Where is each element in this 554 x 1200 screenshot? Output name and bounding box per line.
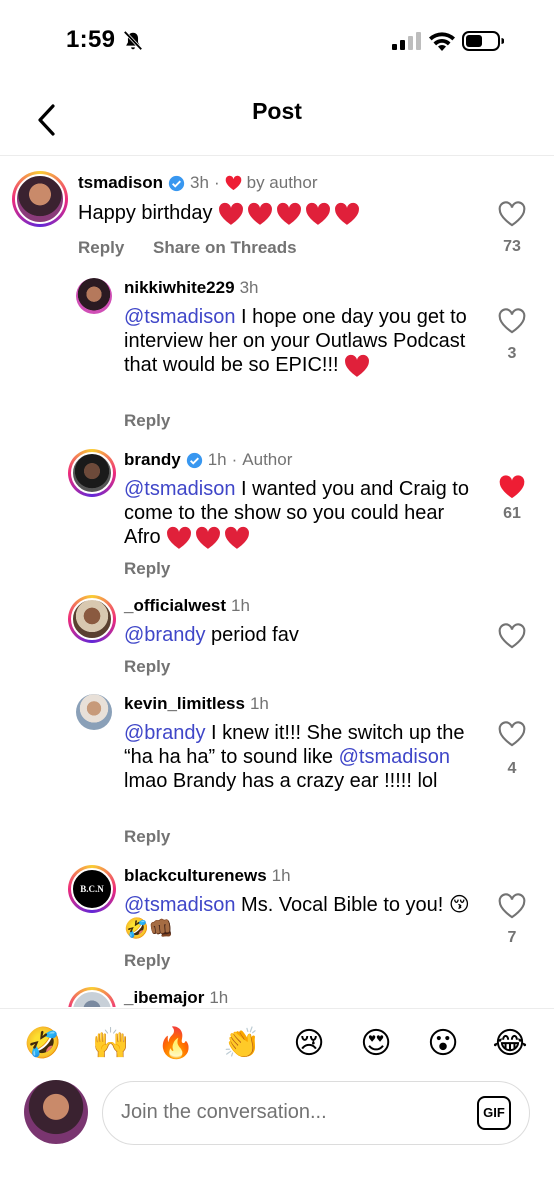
comment-item: B.C.N blackculturenews 1h @tsmadison Ms.… (0, 863, 554, 987)
comment-list[interactable]: tsmadison 3h · by author Happy birthday … (0, 157, 554, 1007)
post-header: Post (0, 84, 554, 156)
comment-text: @brandy I knew it!!! She switch up the “… (124, 722, 465, 792)
status-bar: 1:59 (0, 0, 554, 84)
comment-time: 1h (249, 694, 269, 713)
share-on-threads-button[interactable]: Share on Threads (153, 238, 297, 258)
avatar[interactable] (12, 171, 68, 227)
like-heart-icon[interactable] (498, 308, 526, 334)
emoji-heart-eyes-button[interactable]: 😍 (357, 1025, 395, 1063)
emoji-open-mouth-button[interactable]: 😮 (424, 1025, 462, 1063)
comment-text: @tsmadison I hope one day you get to int… (124, 306, 467, 377)
author-tag: Author (242, 450, 293, 469)
comment-username[interactable]: _officialwest (124, 596, 226, 616)
avatar[interactable] (68, 449, 116, 497)
comment-time: 1h (209, 988, 229, 1007)
like-heart-icon[interactable] (498, 201, 526, 227)
mention-link[interactable]: @brandy (124, 624, 205, 646)
like-count: 4 (507, 760, 517, 777)
red-hearts-emoji (166, 526, 250, 550)
status-time: 1:59 (66, 26, 116, 53)
comment-time: 1h (207, 450, 227, 469)
separator-dot: · (231, 450, 238, 469)
avatar[interactable] (68, 987, 116, 1007)
comment-username[interactable]: _ibemajor (124, 988, 204, 1007)
reply-button[interactable]: Reply (124, 827, 170, 847)
like-heart-icon[interactable] (498, 893, 526, 919)
comment-item: _ibemajor 1h (0, 985, 554, 1007)
reply-button[interactable]: Reply (124, 411, 170, 431)
like-count: 61 (503, 505, 521, 522)
comment-username[interactable]: blackculturenews (124, 866, 267, 886)
avatar[interactable] (68, 595, 116, 643)
like-heart-icon[interactable] (498, 721, 526, 747)
comment-text: @brandy period fav (124, 624, 299, 646)
battery-icon (462, 31, 504, 51)
comment-composer: GIF (0, 1078, 554, 1200)
page-title: Post (252, 98, 302, 124)
comment-input[interactable] (121, 1082, 461, 1143)
current-user-avatar (24, 1080, 88, 1144)
mention-link[interactable]: @tsmadison (124, 478, 235, 500)
reply-button[interactable]: Reply (124, 657, 170, 677)
like-count: 7 (507, 929, 517, 946)
bell-off-icon (123, 30, 143, 51)
comment-text: @tsmadison I wanted you and Craig to com… (124, 478, 469, 550)
comment-time: 1h (271, 866, 291, 885)
comment-username[interactable]: brandy (124, 450, 181, 470)
avatar[interactable] (76, 278, 112, 314)
mention-link[interactable]: @tsmadison (124, 306, 235, 328)
like-count: 73 (503, 238, 521, 255)
reply-button[interactable]: Reply (124, 559, 170, 579)
mention-link[interactable]: @tsmadison (339, 746, 450, 768)
comment-item: _officialwest 1h @brandy period fav Repl… (0, 593, 554, 693)
emoji-rofl-button[interactable]: 🤣 (24, 1025, 62, 1063)
cellular-signal-icon (392, 32, 421, 50)
like-count: 3 (507, 345, 517, 362)
comment-item: brandy 1h · Author @tsmadison I wanted y… (0, 447, 554, 595)
gif-button[interactable]: GIF (477, 1096, 511, 1130)
mention-link[interactable]: @tsmadison (124, 894, 235, 916)
comment-time: 1h (231, 596, 250, 615)
red-heart-emoji (345, 354, 370, 377)
emoji-raised-hands-button[interactable]: 🙌 (92, 1025, 130, 1063)
mention-link[interactable]: @brandy (124, 722, 205, 744)
verified-badge-icon (168, 175, 185, 191)
quick-emoji-bar: 🤣 🙌 🔥 👏 😢 😍 😮 😂 (0, 1008, 554, 1078)
reply-button[interactable]: Reply (124, 951, 170, 971)
by-author-tag: by author (246, 173, 318, 192)
emoji-clap-button[interactable]: 👏 (223, 1025, 261, 1063)
comment-username[interactable]: nikkiwhite229 (124, 278, 235, 298)
comment-input-box: GIF (102, 1081, 530, 1145)
red-hearts-emoji (218, 202, 360, 226)
comment-time: 3h (190, 173, 209, 192)
avatar[interactable]: B.C.N (68, 865, 116, 913)
comment-username[interactable]: tsmadison (78, 173, 163, 193)
comment-item: kevin_limitless 1h @brandy I knew it!!! … (0, 691, 554, 863)
comment-item: tsmadison 3h · by author Happy birthday … (0, 157, 554, 277)
emoji-joy-button[interactable]: 😂 (491, 1025, 529, 1063)
reply-button[interactable]: Reply (78, 238, 124, 258)
separator-dot: · (213, 173, 220, 192)
verified-badge-icon (186, 452, 202, 468)
emoji-fire-button[interactable]: 🔥 (157, 1025, 195, 1063)
wifi-icon (429, 32, 455, 51)
liked-heart-icon[interactable] (498, 474, 526, 500)
like-heart-icon[interactable] (498, 623, 526, 649)
comment-time: 3h (239, 278, 259, 297)
avatar[interactable] (76, 694, 112, 730)
comment-text: @tsmadison Ms. Vocal Bible to you! 😚🤣👊🏾 (124, 894, 470, 940)
comment-text: Happy birthday (78, 201, 478, 226)
comment-username[interactable]: kevin_limitless (124, 694, 245, 714)
heart-icon (225, 175, 241, 191)
emoji-crying-button[interactable]: 😢 (290, 1025, 328, 1063)
comment-item: nikkiwhite229 3h @tsmadison I hope one d… (0, 275, 554, 447)
